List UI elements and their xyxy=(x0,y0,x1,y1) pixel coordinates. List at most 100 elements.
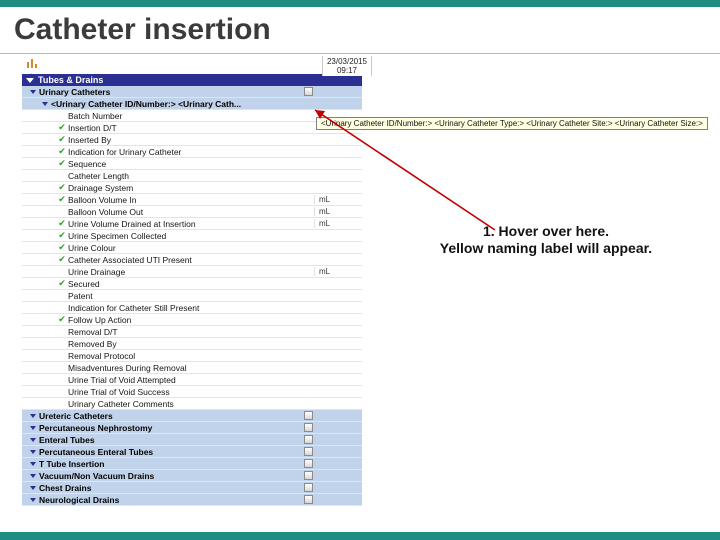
entry-icon[interactable] xyxy=(304,87,313,96)
collapse-icon xyxy=(26,78,34,83)
chart-row[interactable]: Patent xyxy=(22,290,362,302)
row-check-icon: ✔ xyxy=(56,231,68,240)
chart-row[interactable]: Removal Protocol xyxy=(22,350,362,362)
chart-row[interactable]: Catheter Length xyxy=(22,170,362,182)
row-label: Catheter Length xyxy=(68,171,314,181)
row-label: Urine Trial of Void Success xyxy=(68,387,314,397)
chart-row[interactable]: Removed By xyxy=(22,338,362,350)
collapse-icon xyxy=(30,90,36,94)
row-label: Removal Protocol xyxy=(68,351,314,361)
row-check-icon: ✔ xyxy=(56,219,68,228)
row-label: Follow Up Action xyxy=(68,315,314,325)
collapse-icon xyxy=(30,462,36,466)
row-label: Insertion D/T xyxy=(68,123,314,133)
row-label: Sequence xyxy=(68,159,314,169)
chart-row[interactable]: ✔Balloon Volume InmL xyxy=(22,194,362,206)
row-label: Patent xyxy=(68,291,314,301)
chart-row[interactable]: Removal D/T xyxy=(22,326,362,338)
chart-row[interactable]: ✔Secured xyxy=(22,278,362,290)
entry-icon[interactable] xyxy=(304,459,313,468)
chart-row[interactable]: Urine Trial of Void Attempted xyxy=(22,374,362,386)
collapse-icon xyxy=(30,426,36,430)
chart-row[interactable]: Balloon Volume OutmL xyxy=(22,206,362,218)
slide-title: Catheter insertion xyxy=(0,7,720,54)
subheader-label: Urinary Catheters xyxy=(39,87,302,97)
row-check-icon: ✔ xyxy=(56,159,68,168)
category-label: Enteral Tubes xyxy=(39,435,302,445)
row-unit: mL xyxy=(314,267,362,276)
category-label: Ureteric Catheters xyxy=(39,411,302,421)
entry-icon[interactable] xyxy=(304,495,313,504)
row-label: Batch Number xyxy=(68,111,314,121)
category-row[interactable]: Ureteric Catheters xyxy=(22,410,362,422)
category-row[interactable]: Enteral Tubes xyxy=(22,434,362,446)
row-label: Urine Trial of Void Attempted xyxy=(68,375,314,385)
slide-border-top xyxy=(0,0,720,7)
category-row[interactable]: Percutaneous Enteral Tubes xyxy=(22,446,362,458)
row-label: Indication for Urinary Catheter xyxy=(68,147,314,157)
chart-row[interactable]: ✔Catheter Associated UTI Present xyxy=(22,254,362,266)
row-check-icon: ✔ xyxy=(56,255,68,264)
observation-chart: 23/03/2015 09:17 Tubes & Drains Urinary … xyxy=(22,56,362,516)
category-row[interactable]: Vacuum/Non Vacuum Drains xyxy=(22,470,362,482)
category-row[interactable]: Chest Drains xyxy=(22,482,362,494)
chart-row[interactable]: ✔Inserted By xyxy=(22,134,362,146)
date-header: 23/03/2015 09:17 xyxy=(322,56,372,76)
row-check-icon: ✔ xyxy=(56,243,68,252)
collapse-icon xyxy=(30,414,36,418)
entry-icon[interactable] xyxy=(304,411,313,420)
section-tubes-drains[interactable]: Tubes & Drains xyxy=(22,74,362,86)
slide-border-bottom xyxy=(0,532,720,540)
chart-toolbar-icon[interactable] xyxy=(26,56,40,70)
category-label: Chest Drains xyxy=(39,483,302,493)
date-header-time: 09:17 xyxy=(323,66,371,75)
category-label: T Tube Insertion xyxy=(39,459,302,469)
urinary-catheter-id-row[interactable]: <Urinary Catheter ID/Number:> <Urinary C… xyxy=(22,98,362,110)
chart-row[interactable]: Urine Trial of Void Success xyxy=(22,386,362,398)
entry-icon[interactable] xyxy=(304,471,313,480)
row-label: Inserted By xyxy=(68,135,314,145)
chart-row[interactable]: Urinary Catheter Comments xyxy=(22,398,362,410)
annotation-text: 1. Hover over here. Yellow naming label … xyxy=(411,223,681,256)
row-label: Urine Volume Drained at Insertion xyxy=(68,219,314,229)
row-check-icon: ✔ xyxy=(56,135,68,144)
row-label: Indication for Catheter Still Present xyxy=(68,303,314,313)
category-row[interactable]: Neurological Drains xyxy=(22,494,362,506)
row-check-icon: ✔ xyxy=(56,195,68,204)
entry-icon[interactable] xyxy=(304,435,313,444)
chart-row[interactable]: Batch Number xyxy=(22,110,362,122)
date-header-date: 23/03/2015 xyxy=(323,57,371,66)
category-row[interactable]: Percutaneous Nephrostomy xyxy=(22,422,362,434)
row-label: Misadventures During Removal xyxy=(68,363,314,373)
row-unit: mL xyxy=(314,219,362,228)
hover-tooltip: <Urinary Catheter ID/Number:> <Urinary C… xyxy=(316,117,708,130)
chart-row[interactable]: ✔Indication for Urinary Catheter xyxy=(22,146,362,158)
chart-row[interactable]: ✔Follow Up Action xyxy=(22,314,362,326)
entry-icon[interactable] xyxy=(304,447,313,456)
chart-row[interactable]: ✔Insertion D/T xyxy=(22,122,362,134)
row-unit: mL xyxy=(314,195,362,204)
annotation-line1: 1. Hover over here. xyxy=(411,223,681,239)
chart-row[interactable]: ✔Urine Volume Drained at InsertionmL xyxy=(22,218,362,230)
chart-row[interactable]: ✔Drainage System xyxy=(22,182,362,194)
row-label: Catheter Associated UTI Present xyxy=(68,255,314,265)
chart-row[interactable]: Misadventures During Removal xyxy=(22,362,362,374)
toolbar-icons xyxy=(22,56,362,72)
entry-icon[interactable] xyxy=(304,423,313,432)
category-row[interactable]: T Tube Insertion xyxy=(22,458,362,470)
subheader-urinary-catheters[interactable]: Urinary Catheters xyxy=(22,86,362,98)
entry-icon[interactable] xyxy=(304,483,313,492)
row-label: Removed By xyxy=(68,339,314,349)
row-check-icon: ✔ xyxy=(56,183,68,192)
category-label: Vacuum/Non Vacuum Drains xyxy=(39,471,302,481)
row-label: Urine Specimen Collected xyxy=(68,231,314,241)
chart-row[interactable]: Urine DrainagemL xyxy=(22,266,362,278)
chart-row[interactable]: ✔Urine Specimen Collected xyxy=(22,230,362,242)
urinary-id-label: <Urinary Catheter ID/Number:> <Urinary C… xyxy=(51,99,302,109)
collapse-icon xyxy=(30,450,36,454)
row-label: Secured xyxy=(68,279,314,289)
row-check-icon: ✔ xyxy=(56,279,68,288)
chart-row[interactable]: ✔Urine Colour xyxy=(22,242,362,254)
chart-row[interactable]: Indication for Catheter Still Present xyxy=(22,302,362,314)
chart-row[interactable]: ✔Sequence xyxy=(22,158,362,170)
